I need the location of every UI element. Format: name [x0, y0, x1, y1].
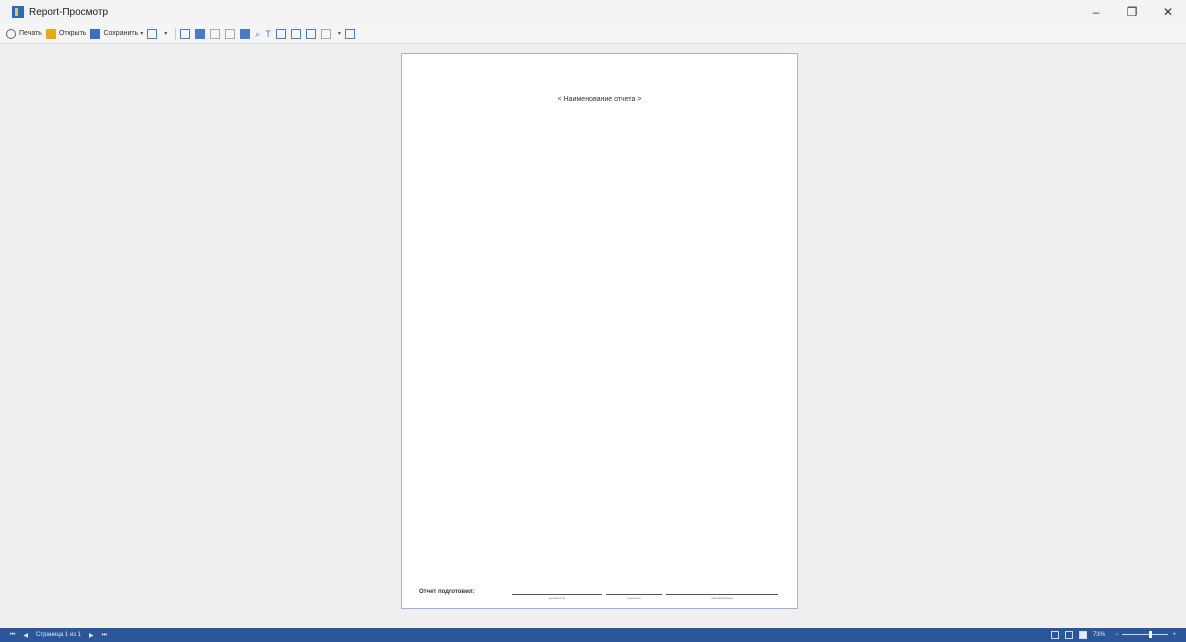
watermark-icon[interactable] — [240, 28, 251, 39]
restore-button[interactable]: ❐ — [1114, 0, 1150, 24]
minimize-button[interactable]: – — [1078, 0, 1114, 24]
zoom-slider-thumb[interactable] — [1149, 631, 1153, 638]
send-dropdown-icon[interactable]: ▾ — [164, 30, 167, 37]
single-page-view-icon[interactable] — [1050, 631, 1059, 639]
position-hint: (должность) — [548, 596, 566, 600]
save-icon — [90, 28, 101, 39]
close-button[interactable]: ✕ — [1150, 0, 1186, 24]
print-button[interactable]: Печать — [6, 26, 42, 42]
app-icon — [12, 6, 24, 18]
two-page-view-icon[interactable] — [1064, 631, 1073, 639]
toolbar-separator — [175, 27, 177, 40]
window-title: Report-Просмотр — [29, 6, 109, 18]
send-button[interactable]: ▾ — [147, 26, 167, 42]
first-page-view-icon[interactable] — [275, 28, 286, 39]
save-dropdown-icon[interactable]: ▾ — [140, 30, 143, 37]
open-label: Открыть — [58, 30, 87, 37]
open-button[interactable]: Открыть — [45, 26, 87, 42]
margins-icon[interactable] — [225, 28, 236, 39]
page-setup-icon[interactable] — [180, 28, 191, 39]
two-pages-icon[interactable] — [305, 28, 316, 39]
first-page-icon[interactable]: ⏮ — [10, 632, 15, 639]
save-button[interactable]: Сохранить ▾ — [90, 26, 143, 42]
prev-page-icon[interactable]: ◀ — [23, 632, 28, 639]
status-bar: ⏮ ◀ Страница 1 из 1 ▶ ⏭ 73% − + — [0, 628, 1186, 642]
print-label: Печать — [19, 30, 42, 37]
export-icon[interactable] — [344, 28, 355, 39]
prepared-by-label: Отчет подготовил: — [419, 589, 475, 595]
name-line — [666, 594, 778, 595]
last-page-icon[interactable]: ⏭ — [102, 632, 107, 639]
window-controls: – ❐ ✕ — [1078, 0, 1186, 24]
next-page-icon[interactable]: ▶ — [89, 632, 94, 639]
title-bar: Report-Просмотр – ❐ ✕ — [0, 0, 1186, 24]
scale-icon[interactable] — [210, 28, 221, 39]
position-line — [512, 594, 602, 595]
folder-icon — [45, 28, 56, 39]
zoom-slider-track — [1122, 634, 1169, 635]
save-label: Сохранить — [103, 30, 139, 37]
zoom-out-icon[interactable]: − — [1115, 632, 1119, 638]
preview-area[interactable]: < Наименование отчета > Отчет подготовил… — [0, 45, 1186, 628]
zoom-in-icon[interactable]: + — [1172, 632, 1176, 638]
page-indicator: Страница 1 из 1 — [36, 632, 82, 638]
print-icon — [6, 28, 16, 39]
text-tool-icon[interactable]: T — [265, 29, 271, 39]
signature-hint: (подпись) — [627, 596, 641, 600]
header-footer-icon[interactable] — [195, 28, 206, 39]
zoom-slider[interactable] — [1122, 628, 1169, 642]
search-icon[interactable]: ⌕ — [255, 29, 260, 39]
multiple-pages-dropdown-icon[interactable]: ▾ — [338, 30, 341, 37]
multiple-pages-button[interactable]: ▾ — [320, 26, 341, 42]
report-page: < Наименование отчета > Отчет подготовил… — [401, 53, 798, 609]
continuous-view-icon[interactable] — [1078, 631, 1087, 639]
multiple-pages-icon — [320, 28, 331, 39]
report-title: < Наименование отчета > — [557, 96, 642, 103]
name-hint: (расшифровка) — [711, 596, 733, 600]
toolbar: Печать Открыть Сохранить ▾ ▾ ⌕ T ▾ — [0, 24, 1186, 44]
view-controls: 73% − + — [1050, 628, 1176, 642]
zoom-level: 73% — [1092, 632, 1105, 638]
envelope-icon — [147, 28, 158, 39]
signature-line — [606, 594, 662, 595]
single-page-icon[interactable] — [290, 28, 301, 39]
